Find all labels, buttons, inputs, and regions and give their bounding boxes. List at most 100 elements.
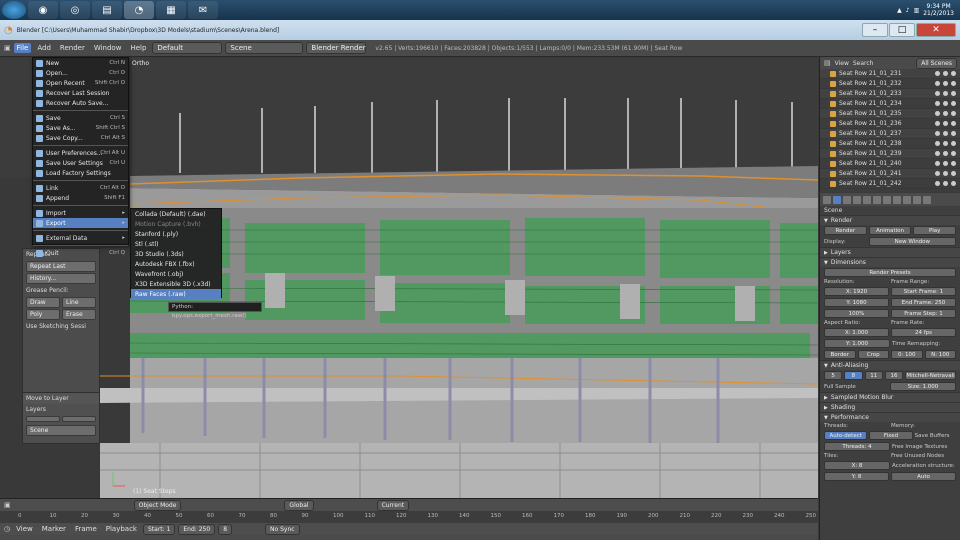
start-button[interactable] — [2, 1, 26, 19]
free-unused-checkbox[interactable]: Free Unused Nodes — [891, 453, 956, 459]
end-frame-input[interactable]: End: 250 — [178, 523, 216, 535]
eye-icon[interactable] — [935, 71, 940, 76]
file-menu-item[interactable]: Export ▸ — [33, 218, 128, 228]
eye-icon[interactable] — [935, 111, 940, 116]
cursor-icon[interactable] — [943, 151, 948, 156]
export-menu-item[interactable]: Collada (Default) (.dae) — [131, 209, 221, 219]
minimize-button[interactable]: – — [862, 23, 888, 37]
camera-icon[interactable] — [951, 151, 956, 156]
camera-icon[interactable] — [951, 81, 956, 86]
outliner-row[interactable]: Seat Row 21_01_233 — [820, 89, 960, 99]
visibility-toggles[interactable] — [935, 71, 960, 76]
outliner-row[interactable]: Seat Row 21_01_235 — [820, 109, 960, 119]
cursor-icon[interactable] — [943, 81, 948, 86]
data-tab-icon[interactable] — [883, 195, 891, 204]
file-menu-item[interactable]: New Ctrl N — [33, 58, 128, 68]
constraint-tab-icon[interactable] — [863, 195, 871, 204]
frame-step-field[interactable]: Frame Step: 1 — [891, 309, 956, 318]
shading-section[interactable]: Shading — [820, 402, 960, 412]
fixed-button[interactable]: Fixed — [869, 431, 913, 440]
cursor-icon[interactable] — [943, 71, 948, 76]
visibility-toggles[interactable] — [935, 151, 960, 156]
eye-icon[interactable] — [935, 171, 940, 176]
visibility-toggles[interactable] — [935, 161, 960, 166]
tile-y-field[interactable]: Y: 8 — [824, 472, 889, 481]
camera-icon[interactable] — [951, 161, 956, 166]
use-sketching-checkbox[interactable]: Use Sketching Sessi — [23, 321, 99, 332]
file-menu-item[interactable]: External Data ▸ — [33, 233, 128, 243]
time-old-field[interactable]: 0: 100 — [891, 350, 923, 359]
transform-orientation[interactable]: Global — [284, 499, 314, 511]
visibility-toggles[interactable] — [935, 181, 960, 186]
border-checkbox[interactable]: Border — [824, 350, 856, 359]
eye-icon[interactable] — [935, 151, 940, 156]
menu-help[interactable]: Help — [127, 43, 149, 53]
performance-section[interactable]: Performance — [820, 412, 960, 422]
export-menu-item[interactable]: Stanford (.ply) — [131, 229, 221, 239]
camera-icon[interactable] — [951, 181, 956, 186]
export-menu-item[interactable]: Wavefront (.obj) — [131, 269, 221, 279]
file-menu-item[interactable]: Open... Ctrl O — [33, 68, 128, 78]
aa-16-button[interactable]: 16 — [884, 371, 904, 380]
tile-x-field[interactable]: X: 8 — [824, 461, 890, 470]
time-new-field[interactable]: N: 100 — [924, 350, 956, 359]
layers-section[interactable]: Layers — [820, 247, 960, 257]
camera-icon[interactable] — [951, 91, 956, 96]
visibility-toggles[interactable] — [935, 81, 960, 86]
mail-icon[interactable]: ✉ — [188, 1, 218, 19]
eye-icon[interactable] — [935, 141, 940, 146]
outliner-row[interactable]: Seat Row 21_01_232 — [820, 79, 960, 89]
motion-blur-section[interactable]: Sampled Motion Blur — [820, 392, 960, 402]
clock[interactable]: 9:34 PM 21/2/2013 — [923, 3, 954, 17]
camera-icon[interactable] — [951, 121, 956, 126]
file-menu-item[interactable]: Append Shift F1 — [33, 193, 128, 203]
outliner-row[interactable]: Seat Row 21_01_242 — [820, 179, 960, 189]
cursor-icon[interactable] — [943, 161, 948, 166]
scene-button[interactable]: Scene — [26, 425, 96, 436]
cursor-icon[interactable] — [943, 101, 948, 106]
file-menu-item[interactable]: Link Ctrl Alt O — [33, 183, 128, 193]
aspect-x-field[interactable]: X: 1.000 — [824, 328, 889, 337]
timeline-editor-icon[interactable]: ◷ — [4, 525, 10, 533]
layer-grid[interactable] — [26, 416, 96, 422]
modifier-tab-icon[interactable] — [873, 195, 881, 204]
visibility-toggles[interactable] — [935, 171, 960, 176]
aa-5-button[interactable]: 5 — [824, 371, 843, 380]
network-icon[interactable]: ▦ — [156, 1, 186, 19]
free-image-checkbox[interactable]: Free Image Textures — [892, 444, 956, 450]
outliner-row[interactable]: Seat Row 21_01_241 — [820, 169, 960, 179]
material-tab-icon[interactable] — [893, 195, 901, 204]
particle-tab-icon[interactable] — [913, 195, 921, 204]
eye-icon[interactable] — [935, 101, 940, 106]
camera-icon[interactable] — [951, 101, 956, 106]
world-tab-icon[interactable] — [843, 195, 851, 204]
export-menu-item[interactable]: Stl (.stl) — [131, 239, 221, 249]
threads-field[interactable]: Threads: 4 — [824, 442, 890, 451]
menu-window[interactable]: Window — [91, 43, 125, 53]
camera-icon[interactable] — [951, 131, 956, 136]
full-sample-checkbox[interactable]: Full Sample — [824, 384, 888, 390]
display-dropdown[interactable]: New Window — [868, 237, 956, 246]
render-section[interactable]: Render — [820, 215, 960, 225]
file-menu-item[interactable]: Import ▸ — [33, 208, 128, 218]
visibility-toggles[interactable] — [935, 101, 960, 106]
draw-button[interactable]: Draw — [26, 297, 60, 308]
chrome-icon[interactable]: ◉ — [28, 1, 58, 19]
render-engine-selector[interactable]: Blender Render — [306, 42, 367, 54]
timeline-frame-menu[interactable]: Frame — [72, 524, 100, 534]
render-presets[interactable]: Render Presets — [824, 268, 956, 277]
anti-aliasing-section[interactable]: Anti-Aliasing — [820, 360, 960, 370]
cursor-icon[interactable] — [943, 171, 948, 176]
camera-icon[interactable] — [951, 141, 956, 146]
visibility-toggles[interactable] — [935, 141, 960, 146]
viewport-editor-icon[interactable]: ▣ — [4, 501, 11, 509]
outliner-row[interactable]: Seat Row 21_01_240 — [820, 159, 960, 169]
file-menu-item[interactable]: Load Factory Settings — [33, 168, 128, 178]
fps-dropdown[interactable]: 24 fps — [891, 328, 956, 337]
maximize-button[interactable]: □ — [889, 23, 915, 37]
start-frame-input[interactable]: Start: 1 — [142, 523, 176, 535]
res-x-field[interactable]: X: 1920 — [824, 287, 889, 296]
mode-dropdown[interactable]: Object Mode — [133, 499, 182, 511]
eye-icon[interactable] — [935, 121, 940, 126]
current-frame-input[interactable]: 8 — [218, 523, 233, 535]
